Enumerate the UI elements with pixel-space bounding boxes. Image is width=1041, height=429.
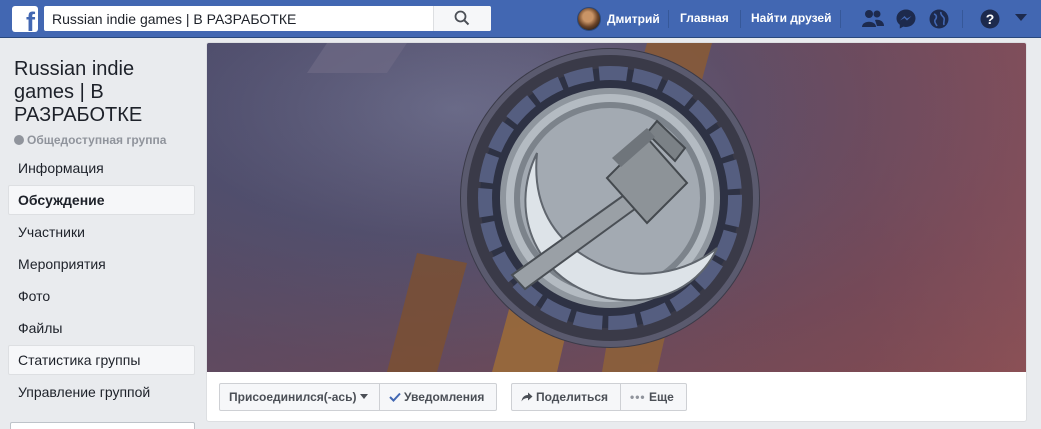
top-navigation-bar: f Russian indie games | В РАЗРАБОТКЕ Дми… bbox=[0, 0, 1041, 38]
sidebar-item-members[interactable]: Участники bbox=[8, 217, 195, 247]
search-icon bbox=[454, 10, 470, 26]
ellipsis-icon: ••• bbox=[630, 390, 646, 404]
group-search-input[interactable] bbox=[10, 422, 195, 429]
share-button[interactable]: Поделиться bbox=[511, 383, 621, 411]
profile-name[interactable]: Дмитрий bbox=[607, 12, 660, 26]
joined-button-label: Присоединился(-ась) bbox=[229, 390, 357, 404]
group-privacy-label: Общедоступная группа bbox=[14, 133, 166, 147]
facebook-logo-icon[interactable]: f bbox=[12, 6, 38, 32]
nav-divider bbox=[668, 10, 669, 28]
messenger-icon[interactable] bbox=[895, 8, 917, 30]
notifications-button-label: Уведомления bbox=[404, 390, 485, 404]
more-button[interactable]: ••• Еще bbox=[621, 383, 687, 411]
notifications-button[interactable]: Уведомления bbox=[380, 383, 497, 411]
public-globe-icon bbox=[14, 135, 24, 145]
check-icon bbox=[389, 392, 401, 402]
nav-divider bbox=[740, 10, 741, 28]
cover-photo[interactable] bbox=[207, 43, 1026, 372]
nav-divider bbox=[840, 10, 841, 28]
caret-down-icon[interactable] bbox=[1014, 13, 1028, 23]
share-icon bbox=[521, 392, 533, 402]
help-icon[interactable]: ? bbox=[979, 8, 1001, 30]
group-privacy-text: Общедоступная группа bbox=[27, 133, 167, 147]
group-header-card: Присоединился(-ась) Уведомления Поделить… bbox=[206, 42, 1027, 422]
caret-down-icon bbox=[360, 394, 369, 399]
joined-button[interactable]: Присоединился(-ась) bbox=[219, 383, 380, 411]
sidebar-item-discussion[interactable]: Обсуждение bbox=[8, 185, 195, 215]
sidebar-item-info[interactable]: Информация bbox=[8, 153, 195, 183]
search-input[interactable]: Russian indie games | В РАЗРАБОТКЕ bbox=[44, 6, 491, 31]
svg-text:?: ? bbox=[986, 11, 995, 27]
friends-icon[interactable] bbox=[861, 8, 885, 30]
sidebar-item-photos[interactable]: Фото bbox=[8, 281, 195, 311]
search-button[interactable] bbox=[433, 6, 491, 31]
nav-divider bbox=[962, 10, 963, 28]
sidebar-item-events[interactable]: Мероприятия bbox=[8, 249, 195, 279]
facebook-logo-letter: f bbox=[26, 7, 35, 33]
sidebar-item-group-insights[interactable]: Статистика группы bbox=[8, 345, 195, 375]
globe-icon[interactable] bbox=[928, 8, 950, 30]
share-button-label: Поделиться bbox=[536, 390, 609, 404]
hammer-sickle-emblem bbox=[307, 43, 760, 372]
avatar[interactable] bbox=[577, 7, 601, 31]
find-friends-link[interactable]: Найти друзей bbox=[751, 11, 831, 25]
sidebar-item-files[interactable]: Файлы bbox=[8, 313, 195, 343]
profile-link[interactable]: Дмитрий bbox=[577, 6, 660, 32]
group-title[interactable]: Russian indie games | В РАЗРАБОТКЕ bbox=[14, 58, 184, 127]
sidebar-item-manage-group[interactable]: Управление группой bbox=[8, 377, 195, 407]
home-link[interactable]: Главная bbox=[680, 11, 729, 25]
more-button-label: Еще bbox=[648, 390, 674, 404]
search-input-value[interactable]: Russian indie games | В РАЗРАБОТКЕ bbox=[52, 11, 296, 27]
